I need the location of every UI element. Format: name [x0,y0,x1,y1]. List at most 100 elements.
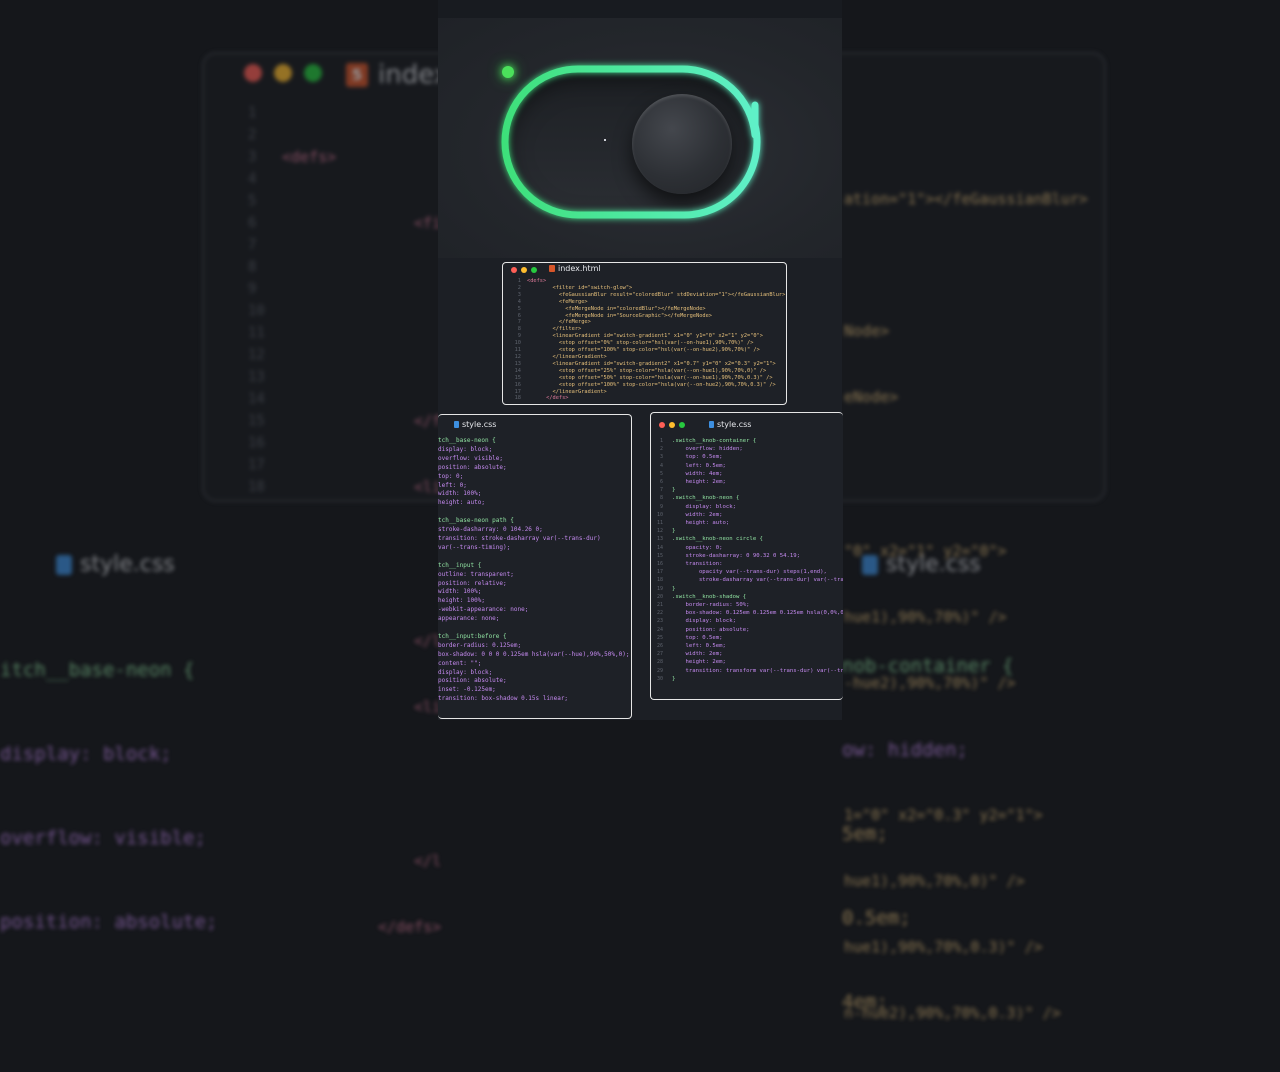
code-line: inset: -0.125em; [438,686,496,694]
code-line: height: 100%; [438,597,485,605]
code-line: transition: box-shadow 0.15s linear; [438,695,569,703]
line-number: 10 [248,303,265,319]
window-dots [511,267,537,273]
backdrop-code-line: 0.5em; [842,907,911,929]
line-number: 10 [656,511,663,518]
code-line: position: absolute; [672,626,750,633]
html5-icon: 5 [346,63,368,87]
line-number: 6 [659,479,663,486]
line-number: 7 [517,319,521,326]
line-number: 12 [656,528,663,535]
code-line: var(--trans-timing); [438,543,511,551]
window-header: index.html [503,263,786,277]
line-number: 2 [517,284,521,291]
maximize-dot[interactable] [679,422,685,428]
code-line: </linearGradient> [527,388,607,395]
line-number: 5 [659,470,663,477]
code-line: display: block; [672,618,736,625]
code-line: left: 0.5em; [672,643,726,650]
line-number: 8 [517,326,521,333]
code-line: display: block; [438,445,493,453]
line-number: 15 [248,413,265,429]
backdrop-window-dots [244,64,322,82]
code-line: <linearGradient id="switch-gradient1" x1… [527,333,764,340]
code-line: <defs> [527,278,547,284]
code-line: transition: [672,561,723,568]
window-title-text: style.css [717,420,752,429]
backdrop-css-title-text: style.css [80,552,175,577]
backdrop-css-code-left: itch__base-neon { display: block; overfl… [0,600,217,992]
backdrop-code-line: ow: hidden; [842,739,968,761]
line-number: 2 [659,446,663,453]
html5-icon [549,265,555,272]
backdrop-html-title: 5 index [346,60,449,90]
code-line: .switch__knob-shadow { [672,593,747,600]
neon-path [501,65,761,219]
line-number: 6 [248,215,257,231]
backdrop-code-line: overflow: visible; [0,827,206,849]
backdrop-code-line: Node> [844,322,890,340]
css-icon [56,554,72,575]
code-line: <filter id="switch-glow"> [527,284,633,291]
line-number: 17 [248,457,265,473]
backdrop-code-line: display: block; [0,743,172,765]
close-dot[interactable] [511,267,517,273]
code-line: top: 0.5em; [672,454,723,461]
switch-neon-outline [501,65,761,219]
code-line: transition: transform var(--trans-dur) v… [672,667,843,674]
line-number: 18 [514,395,521,402]
line-number: 13 [514,360,521,367]
code-line: content: ""; [438,659,482,667]
maximize-dot[interactable] [531,267,537,273]
line-number: 30 [656,675,663,682]
minimize-dot[interactable] [669,422,675,428]
css-code-lines: .switch__knob-container { overflow: hidd… [672,437,843,683]
minimize-dot[interactable] [521,267,527,273]
line-number: 8 [248,259,257,275]
code-line: position: absolute; [438,463,507,471]
line-number: 17 [656,569,663,576]
line-number: 15 [514,374,521,381]
window-title: index.html [549,264,601,273]
top-bar [438,0,842,18]
line-number: 10 [514,340,521,347]
close-dot[interactable] [659,422,665,428]
status-led [502,66,514,78]
code-line: opacity: 0; [672,544,723,551]
line-number: 4 [517,298,521,305]
line-number: 18 [248,479,265,495]
code-line: <stop offset="0%" stop-color="hsl(var(--… [527,340,754,347]
code-line: display: block; [672,503,736,510]
line-number: 27 [656,651,663,658]
line-number: 11 [248,325,265,341]
code-line: <linearGradient id="switch-gradient2" x1… [527,360,776,367]
line-number: 3 [248,149,257,165]
code-line: } [672,585,676,592]
line-number: 16 [656,561,663,568]
backdrop-code-line: 4em; [842,991,888,1013]
code-line: border-radius: 0.125em; [438,641,522,649]
code-line: </filter> [527,326,582,333]
code-line: stroke-dasharray: 0 104.26 0; [438,526,543,534]
line-number: 23 [656,618,663,625]
code-line: <feMergeNode in="SourceGraphic"></feMerg… [527,312,712,319]
code-line: <stop offset="100%" stop-color="hsla(var… [527,381,776,388]
code-line: </linearGradient> [527,353,607,360]
code-line: <stop offset="25%" stop-color="hsla(var(… [527,367,767,374]
code-line: outline: transparent; [438,570,514,578]
backdrop-code-line: </l [414,632,442,650]
line-number: 12 [248,347,265,363]
line-number: 9 [659,503,663,510]
line-number: 28 [656,659,663,666]
code-line: .switch__knob-neon circle { [672,536,763,543]
line-number: 16 [248,435,265,451]
minimize-dot [274,64,292,82]
css-code-window-right: style.css 1 2 3 4 5 6 7 8 9 10 11 12 13 14 15 16 17 18 19 2… [650,412,843,700]
line-number: 11 [656,520,663,527]
backdrop-css-code-right: nob-container { ow: hidden; 5em; 0.5em; … [842,596,1014,1072]
line-number: 17 [514,388,521,395]
code-line: width: 4em; [672,470,723,477]
line-number: 22 [656,610,663,617]
